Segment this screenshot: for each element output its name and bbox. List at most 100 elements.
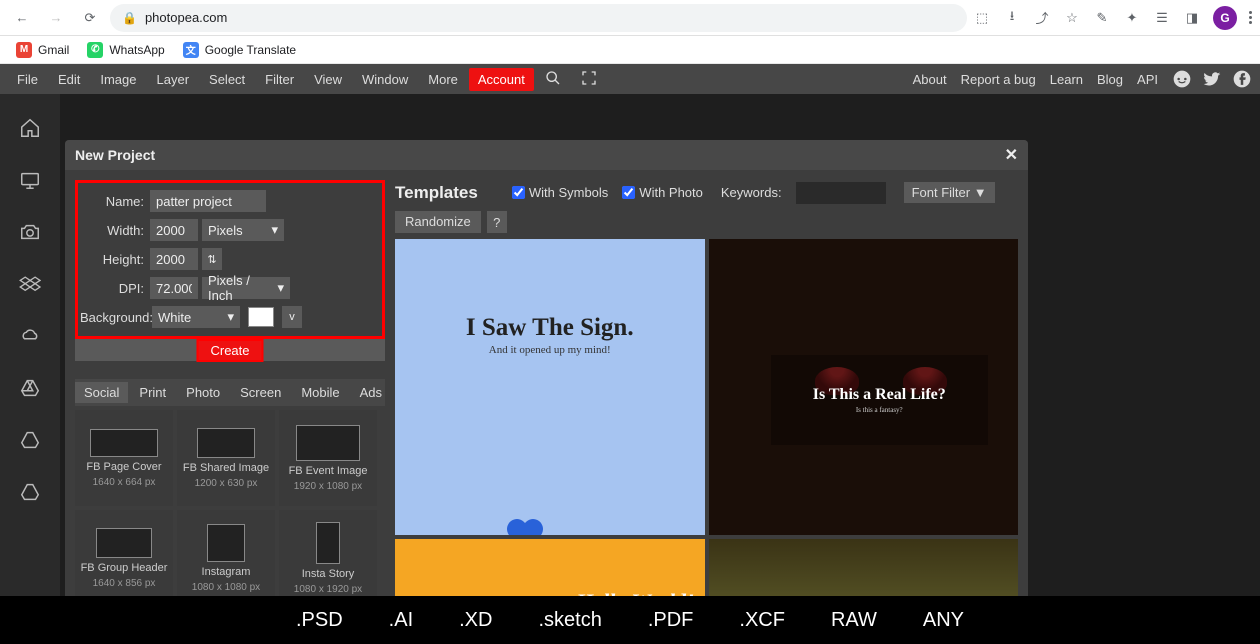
chrome-actions: ⬚ ⭳ ⤴ ☆ ✎ ✦ ☰ ◨ G xyxy=(973,6,1252,30)
address-bar[interactable]: 🔒 photopea.com xyxy=(110,4,967,32)
googledrive-icon[interactable] xyxy=(16,374,44,402)
download-icon[interactable]: ⭳ xyxy=(1003,9,1021,27)
tab-mobile[interactable]: Mobile xyxy=(292,382,348,403)
menu-file[interactable]: File xyxy=(8,68,47,91)
twitter-icon[interactable] xyxy=(1202,69,1222,89)
dropbox-icon[interactable] xyxy=(16,270,44,298)
bookmark-whatsapp[interactable]: ✆ WhatsApp xyxy=(87,42,164,58)
name-input[interactable] xyxy=(150,190,266,212)
install-icon[interactable]: ⬚ xyxy=(973,9,991,27)
reload-button[interactable]: ⟳ xyxy=(76,4,104,32)
randomize-button[interactable]: Randomize xyxy=(395,211,481,233)
format-label: .PSD xyxy=(296,609,343,632)
background-color-swatch[interactable] xyxy=(248,307,274,327)
back-button[interactable]: ← xyxy=(8,4,36,32)
fullscreen-icon[interactable] xyxy=(572,66,606,93)
tab-social[interactable]: Social xyxy=(75,382,128,403)
menu-about[interactable]: About xyxy=(913,72,947,87)
workspace: New Project ✕ Name: Width: Pixels xyxy=(0,94,1260,644)
menu-learn[interactable]: Learn xyxy=(1050,72,1083,87)
help-button[interactable]: ? xyxy=(487,211,507,233)
side-panel-icon[interactable]: ◨ xyxy=(1183,9,1201,27)
menu-api[interactable]: API xyxy=(1137,72,1158,87)
search-icon[interactable] xyxy=(536,66,570,93)
menu-image[interactable]: Image xyxy=(91,68,145,91)
menu-account[interactable]: Account xyxy=(469,68,534,91)
height-input[interactable] xyxy=(150,248,198,270)
bookmark-translate[interactable]: 文 Google Translate xyxy=(183,42,296,58)
expand-button[interactable]: v xyxy=(282,306,302,328)
name-label: Name: xyxy=(80,194,146,209)
menu-more[interactable]: More xyxy=(419,68,467,91)
preset-item[interactable]: FB Page Cover1640 x 664 px xyxy=(75,410,173,506)
preset-item[interactable]: Instagram1080 x 1080 px xyxy=(177,510,275,605)
format-label: .PDF xyxy=(648,609,694,632)
swap-dimensions-button[interactable]: ⇅ xyxy=(202,248,222,270)
googledrive3-icon[interactable] xyxy=(16,478,44,506)
menu-window[interactable]: Window xyxy=(353,68,417,91)
eyedropper-icon[interactable]: ✎ xyxy=(1093,9,1111,27)
templates-panel: Templates With Symbols With Photo Keywor… xyxy=(395,180,1018,605)
bookmarks-bar: M Gmail ✆ WhatsApp 文 Google Translate xyxy=(0,36,1260,64)
with-symbols-checkbox[interactable]: With Symbols xyxy=(512,185,608,200)
template-2[interactable]: Is This a Real Life? Is this a fantasy? xyxy=(709,239,1019,535)
font-filter-button[interactable]: Font Filter ▼ xyxy=(904,182,995,203)
preset-grid: FB Page Cover1640 x 664 pxFB Shared Imag… xyxy=(75,410,385,605)
extensions-icon[interactable]: ✦ xyxy=(1123,9,1141,27)
googledrive2-icon[interactable] xyxy=(16,426,44,454)
template-1-sub: And it opened up my mind! xyxy=(395,344,705,356)
share-icon[interactable]: ⤴ xyxy=(1033,9,1051,27)
social-icons xyxy=(1172,69,1252,89)
tab-photo[interactable]: Photo xyxy=(177,382,229,403)
menu-edit[interactable]: Edit xyxy=(49,68,89,91)
bookmark-gmail[interactable]: M Gmail xyxy=(16,42,69,58)
width-label: Width: xyxy=(80,223,146,238)
preset-item[interactable]: FB Group Header1640 x 856 px xyxy=(75,510,173,605)
background-label: Background: xyxy=(80,310,148,325)
forward-button[interactable]: → xyxy=(42,4,70,32)
menu-filter[interactable]: Filter xyxy=(256,68,303,91)
template-1[interactable]: I Saw The Sign. And it opened up my mind… xyxy=(395,239,705,535)
translate-icon: 文 xyxy=(183,42,199,58)
dpi-unit-select[interactable]: Pixels / Inch xyxy=(202,277,290,299)
left-toolbar xyxy=(0,94,60,644)
menu-layer[interactable]: Layer xyxy=(148,68,199,91)
reading-list-icon[interactable]: ☰ xyxy=(1153,9,1171,27)
tab-print[interactable]: Print xyxy=(130,382,175,403)
dialog-header: New Project ✕ xyxy=(65,140,1028,170)
browser-toolbar: ← → ⟳ 🔒 photopea.com ⬚ ⭳ ⤴ ☆ ✎ ✦ ☰ ◨ G xyxy=(0,0,1260,36)
reddit-icon[interactable] xyxy=(1172,69,1192,89)
settings-panel: Name: Width: Pixels Height: ⇅ xyxy=(75,180,385,605)
dpi-input[interactable] xyxy=(150,277,198,299)
width-unit-select[interactable]: Pixels xyxy=(202,219,284,241)
home-icon[interactable] xyxy=(16,114,44,142)
tab-screen[interactable]: Screen xyxy=(231,382,290,403)
keywords-input[interactable] xyxy=(796,182,886,204)
create-button[interactable]: Create xyxy=(196,339,263,362)
keywords-label: Keywords: xyxy=(721,185,782,200)
menu-select[interactable]: Select xyxy=(200,68,254,91)
width-input[interactable] xyxy=(150,219,198,241)
background-select[interactable]: White xyxy=(152,306,240,328)
menu-report-bug[interactable]: Report a bug xyxy=(961,72,1036,87)
onedrive-icon[interactable] xyxy=(16,322,44,350)
chrome-menu-icon[interactable] xyxy=(1249,11,1252,24)
desktop-icon[interactable] xyxy=(16,166,44,194)
camera-icon[interactable] xyxy=(16,218,44,246)
gmail-icon: M xyxy=(16,42,32,58)
menu-blog[interactable]: Blog xyxy=(1097,72,1123,87)
preset-item[interactable]: FB Event Image1920 x 1080 px xyxy=(279,410,377,506)
format-label: .XD xyxy=(459,609,492,632)
tab-ads[interactable]: Ads xyxy=(351,382,391,403)
format-label: .AI xyxy=(389,609,413,632)
bookmark-star-icon[interactable]: ☆ xyxy=(1063,9,1081,27)
menu-view[interactable]: View xyxy=(305,68,351,91)
height-label: Height: xyxy=(80,252,146,267)
profile-avatar[interactable]: G xyxy=(1213,6,1237,30)
with-photo-checkbox[interactable]: With Photo xyxy=(622,185,703,200)
facebook-icon[interactable] xyxy=(1232,69,1252,89)
close-icon[interactable]: ✕ xyxy=(1005,145,1018,165)
templates-header: Templates With Symbols With Photo Keywor… xyxy=(395,180,1018,205)
preset-item[interactable]: FB Shared Image1200 x 630 px xyxy=(177,410,275,506)
preset-item[interactable]: Insta Story1080 x 1920 px xyxy=(279,510,377,605)
